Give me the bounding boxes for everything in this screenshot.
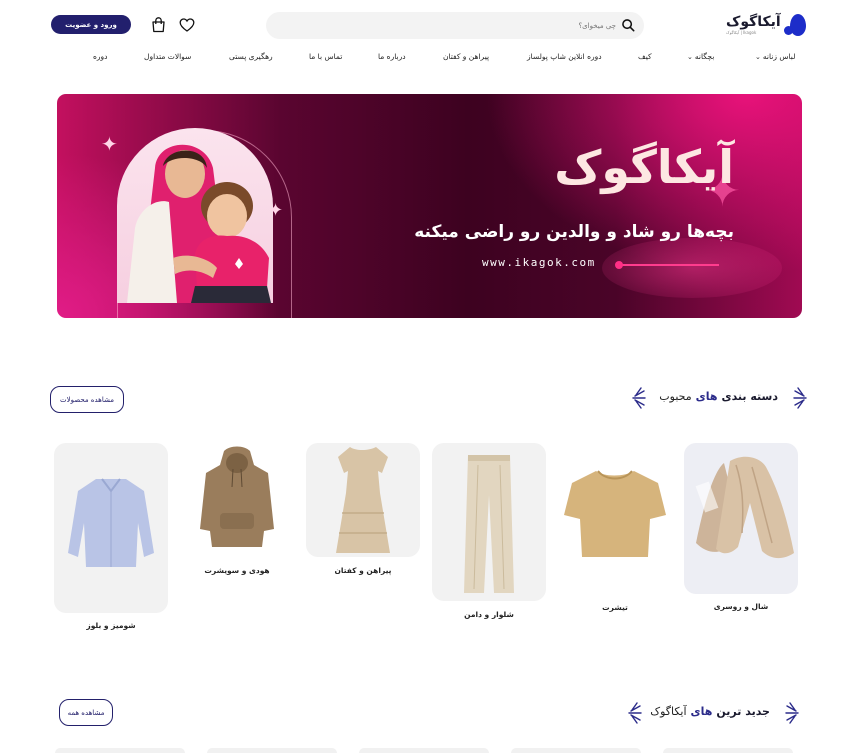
- nav-item-label: درباره ما: [378, 52, 406, 61]
- nav-item-contact-us[interactable]: تماس با ما: [309, 52, 342, 61]
- nav-item-womens-clothing[interactable]: لباس زنانه ⌄: [755, 52, 795, 61]
- login-register-button[interactable]: ورود و عضویت: [51, 15, 131, 34]
- banner-dot: [615, 261, 623, 269]
- view-all-button[interactable]: مشاهده همه: [59, 699, 113, 726]
- banner-title: آیکاگوک: [554, 140, 734, 194]
- main-nav: لباس زنانه ⌄ بچگانه ⌄ کیف دوره انلاین شا…: [0, 50, 849, 66]
- nav-item-dresses-kaftans[interactable]: پیراهن و کفتان: [443, 52, 489, 61]
- category-image-hoodies: [180, 443, 294, 557]
- burst-icon: [632, 387, 646, 409]
- section-title-highlight: های: [695, 390, 718, 403]
- shopping-bag-icon[interactable]: [150, 16, 167, 33]
- search-input[interactable]: [316, 17, 616, 34]
- banner-url: www.ikagok.com: [482, 256, 596, 269]
- nav-item-label: کیف: [638, 52, 652, 61]
- product-card[interactable]: [55, 748, 185, 753]
- product-card[interactable]: [207, 748, 337, 753]
- nav-item-label: بچگانه: [694, 52, 715, 61]
- burst-icon: [793, 387, 807, 409]
- section-title-popular-categories: دسته بندی های محبوب: [659, 390, 778, 403]
- category-label: تیشرت: [602, 603, 628, 612]
- site-header: آیکاگوک Ikagok | آیکاگوک ورود و عضویت: [0, 0, 849, 50]
- nav-item-post-tracking[interactable]: رهگیری پستی: [229, 52, 273, 61]
- nav-item-faq[interactable]: سوالات متداول: [144, 52, 191, 61]
- nav-item-bags[interactable]: کیف: [638, 52, 652, 61]
- heart-icon[interactable]: [179, 17, 195, 33]
- nav-item-label: پیراهن و کفتان: [443, 52, 490, 61]
- newest-products-row: [0, 748, 849, 753]
- section-title-suffix: آیکاگوک: [650, 705, 687, 718]
- category-label: هودی و سویشرت: [204, 566, 270, 575]
- nav-item-label: سوالات متداول: [144, 52, 192, 61]
- chevron-down-icon: ⌄: [755, 52, 761, 61]
- category-image-dresses-kaftans: [306, 443, 420, 557]
- product-card[interactable]: [359, 748, 489, 753]
- nav-item-online-shop-course[interactable]: دوره انلاین شاپ پولساز: [527, 52, 602, 61]
- category-label: شال و روسری: [713, 602, 769, 611]
- nav-item-label: دوره: [93, 52, 108, 61]
- category-image-pants-skirts: [432, 443, 546, 601]
- section-title-newest: جدید ترین های آیکاگوک: [650, 705, 770, 718]
- section-title-highlight: های: [690, 705, 713, 718]
- view-products-button[interactable]: مشاهده محصولات: [50, 386, 124, 413]
- product-card[interactable]: [663, 748, 793, 753]
- sparkle-icon: ✦: [101, 132, 118, 156]
- burst-icon: [628, 702, 642, 724]
- nav-item-label: دوره انلاین شاپ پولساز: [527, 52, 602, 61]
- banner-photo-mother-child: [117, 128, 273, 303]
- logo-name: آیکاگوک: [726, 13, 781, 30]
- logo-tagline: Ikagok | آیکاگوک: [726, 29, 757, 35]
- search-icon[interactable]: [621, 18, 635, 32]
- banner-glow: [602, 238, 782, 298]
- section-title-prefix: دسته بندی: [721, 390, 778, 403]
- category-label: شلوار و دامن: [464, 610, 514, 619]
- category-image-scarves: [684, 443, 798, 594]
- burst-icon: [785, 702, 799, 724]
- chevron-down-icon: ⌄: [687, 52, 693, 61]
- section-title-prefix: جدید ترین: [716, 705, 770, 718]
- nav-item-about-us[interactable]: درباره ما: [378, 52, 406, 61]
- nav-item-label: تماس با ما: [309, 52, 343, 61]
- category-label: پیراهن و کفتان: [334, 566, 392, 575]
- section-title-suffix: محبوب: [659, 390, 692, 403]
- banner-divider: [619, 264, 719, 266]
- search-bar: [266, 12, 644, 39]
- logo-text: آیکاگوک Ikagok | آیکاگوک: [726, 13, 781, 36]
- category-image-tshirts: [558, 457, 672, 580]
- nav-item-label: لباس زنانه: [762, 52, 796, 61]
- site-logo[interactable]: آیکاگوک Ikagok | آیکاگوک: [726, 11, 806, 39]
- category-label: شومیز و بلوز: [86, 621, 136, 630]
- nav-item-label: رهگیری پستی: [229, 52, 273, 61]
- hero-banner[interactable]: ✦ ✦ ✦ آیکاگوک بچه‌ها رو شاد و والدین رو …: [57, 94, 802, 318]
- logo-mark-icon: [783, 13, 806, 37]
- category-image-shirts-blouses: [54, 443, 168, 613]
- sparkle-icon: ✦: [268, 200, 284, 221]
- product-card[interactable]: [511, 748, 641, 753]
- nav-item-course[interactable]: دوره: [93, 52, 108, 61]
- banner-tagline: بچه‌ها رو شاد و والدین رو راضی میکنه: [414, 222, 734, 242]
- nav-item-kids[interactable]: بچگانه ⌄: [687, 52, 714, 61]
